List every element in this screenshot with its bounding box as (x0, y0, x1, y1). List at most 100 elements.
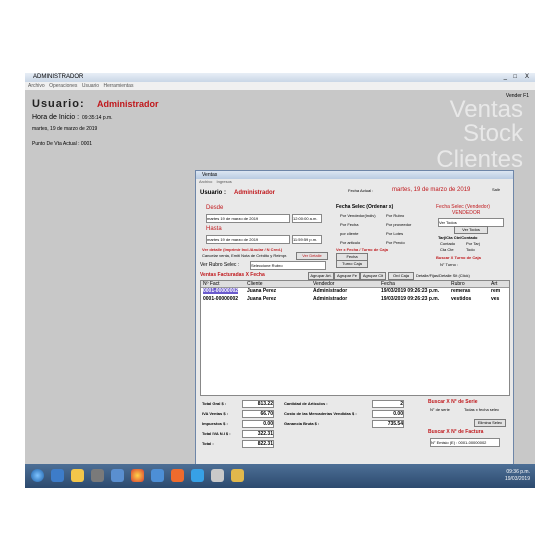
chrome-icon[interactable] (131, 469, 144, 482)
turno-caja-button[interactable]: Turno Caja (336, 260, 368, 268)
desde-label: Desde (206, 205, 224, 211)
fecha-selec-title: Fecha Selec (Ordenar x) (336, 204, 394, 210)
maximize-button[interactable]: □ (513, 73, 517, 82)
col-art[interactable]: Art (491, 281, 497, 287)
radio-todo[interactable]: Todo (466, 247, 475, 252)
hora-value: 09:35:14 p.m. (82, 115, 113, 121)
dialog-usuario-label: Usuario : (200, 190, 227, 196)
row-rubro: remeras (451, 288, 471, 294)
radio-por-cliente[interactable]: por cliente (340, 231, 358, 236)
radio-por-tarj[interactable]: Por Tarj (466, 241, 480, 246)
buscar-factura-title: Buscar X N° de Factura (428, 429, 484, 435)
taskbar: 09:36 p.m. 19/03/2019 (25, 464, 535, 488)
ver-detalle-title: Ver detalle (Imprimir Incl./Anular / N C… (202, 247, 283, 252)
desktop-screen: ADMINISTRADOR _ □ X Archivo Operaciones … (25, 73, 535, 488)
total-gral-value: 813.22 (242, 400, 274, 408)
minimize-button[interactable]: _ (504, 73, 507, 82)
agrupar-fe-button[interactable]: Agrupar Fe (334, 272, 360, 280)
media-icon[interactable] (91, 469, 104, 482)
app-icon[interactable] (231, 469, 244, 482)
menu-herramientas[interactable]: Herramientas (103, 83, 133, 89)
ver-rubro-label: Ver Rubro Selec : (200, 262, 240, 268)
costo-value: 0.00 (372, 410, 404, 418)
usuario-label: Usuario: (32, 98, 85, 110)
menu-archivo[interactable]: Archivo (28, 83, 45, 89)
close-button[interactable]: X (525, 73, 529, 82)
stock-watermark: Stock (462, 120, 523, 147)
hasta-time-picker[interactable]: 11:59:59 p.m. (292, 235, 322, 244)
row-art: rem (491, 288, 501, 294)
radio-por-vendedor[interactable]: Por Vendedor(Indiv) (340, 213, 376, 218)
menubar: Archivo Operaciones Usuario Herramientas (25, 82, 535, 90)
dialog-menu: Archivo Ingresos (196, 179, 513, 185)
salir-button[interactable]: Salir (492, 187, 500, 192)
ganancia-value: 735.54 (372, 420, 404, 428)
total-gral-label: Total Gral $ : (202, 401, 227, 406)
radio-por-fecha[interactable]: Por Fecha (340, 222, 358, 227)
vendedor-label: VENDEDOR (452, 210, 481, 216)
desde-time-picker[interactable]: 12:00:00 a.m. (292, 214, 322, 223)
app-icon[interactable] (151, 469, 164, 482)
iva-ventas-label: IVA Ventas $ : (202, 411, 229, 416)
table-row[interactable]: 0001-00000002 Juana Perez Administrador … (201, 296, 509, 303)
row-cliente: Juana Perez (247, 288, 277, 294)
row-nfact: 0001-00000002 (203, 296, 239, 302)
hasta-label: Hasta (206, 226, 222, 232)
radio-contado[interactable]: Contado (440, 241, 455, 246)
ventas-dialog: Ventas Archivo Ingresos Usuario : Admini… (195, 170, 514, 465)
col-rubro[interactable]: Rubro (451, 281, 465, 287)
radio-por-lotes[interactable]: Por Lotes (386, 231, 403, 236)
ver-detalle-button[interactable]: Ver Detalle (296, 252, 328, 260)
dialog-menu-archivo[interactable]: Archivo (199, 179, 212, 184)
radio-por-proveedor[interactable]: Por proveedor (386, 222, 411, 227)
table-row[interactable]: 0001-00000002 Juana Perez Administrador … (201, 288, 509, 295)
clock-date: 19/03/2019 (504, 476, 530, 482)
impuestos-value: 0.00 (242, 420, 274, 428)
radio-por-precio[interactable]: Por Precio (386, 240, 405, 245)
col-fecha[interactable]: Fecha (381, 281, 395, 287)
radio-cta-cte[interactable]: Cta Cte (440, 247, 454, 252)
ver-todos-button[interactable]: Ver Todos (454, 226, 488, 234)
teamviewer-icon[interactable] (191, 469, 204, 482)
hasta-date-picker[interactable]: martes 19 de marzo de 2019 (206, 235, 290, 244)
firefox-icon[interactable] (171, 469, 184, 482)
ord-caja-button[interactable]: Ord Caja (388, 272, 414, 280)
clock-time: 09:36 p.m. (506, 469, 530, 475)
rubro-select[interactable]: Seleccione Rubro (250, 261, 326, 270)
ventas-app-icon[interactable] (211, 469, 224, 482)
elimina-selec-button[interactable]: Elimina Selec (474, 419, 506, 427)
iva-ventas-value: 66.70 (242, 410, 274, 418)
radio-por-articulo[interactable]: Por articulo (340, 240, 360, 245)
hora-label: Hora de Inicio : (32, 114, 80, 121)
agrupar-clt-button[interactable]: Agrupar Clt (360, 272, 386, 280)
fecha-text: martes, 19 de marzo de 2019 (32, 126, 98, 132)
row-nfact: 0001-00000002 (203, 288, 239, 294)
taskbar-clock[interactable]: 09:36 p.m. 19/03/2019 (505, 469, 530, 483)
col-vendedor[interactable]: Vendedor (313, 281, 334, 287)
row-vendedor: Administrador (313, 296, 348, 302)
menu-usuario[interactable]: Usuario (82, 83, 99, 89)
cantidad-value: 2 (372, 400, 404, 408)
folder-icon[interactable] (71, 469, 84, 482)
nfactura-input[interactable]: N° Emisio (E) : 0001-00000002 (430, 438, 500, 447)
col-cliente[interactable]: Cliente (247, 281, 263, 287)
todas-fecha-text[interactable]: Todas x fecha selec (464, 407, 499, 412)
table-header: Nº Fact Cliente Vendedor Fecha Rubro Art (201, 281, 509, 288)
main-area: Usuario: Administrador Hora de Inicio : … (25, 90, 535, 465)
ventas-facturadas-title: Ventas Facturadas X Fecha (200, 272, 265, 278)
total-iva-value: 322.31 (242, 430, 274, 438)
app-icon[interactable] (111, 469, 124, 482)
ie-icon[interactable] (51, 469, 64, 482)
menu-operaciones[interactable]: Operaciones (49, 83, 77, 89)
dialog-menu-ingresos[interactable]: Ingresos (216, 179, 231, 184)
window-title: ADMINISTRADOR (33, 74, 84, 80)
desde-date-picker[interactable]: martes 19 de marzo de 2019 (206, 214, 290, 223)
radio-por-rubro[interactable]: Por Rubro (386, 213, 404, 218)
costo-label: Costo de las Mercaderías Vendidas $ : (284, 411, 357, 416)
sales-table[interactable]: Nº Fact Cliente Vendedor Fecha Rubro Art… (200, 280, 510, 396)
usuario-value: Administrador (97, 99, 159, 109)
agrupar-art-button[interactable]: Agrupar Art. (308, 272, 334, 280)
col-nfact[interactable]: Nº Fact (203, 281, 220, 287)
total-iva-label: Total IVA N.I $ : (202, 431, 231, 436)
start-icon[interactable] (31, 469, 44, 482)
